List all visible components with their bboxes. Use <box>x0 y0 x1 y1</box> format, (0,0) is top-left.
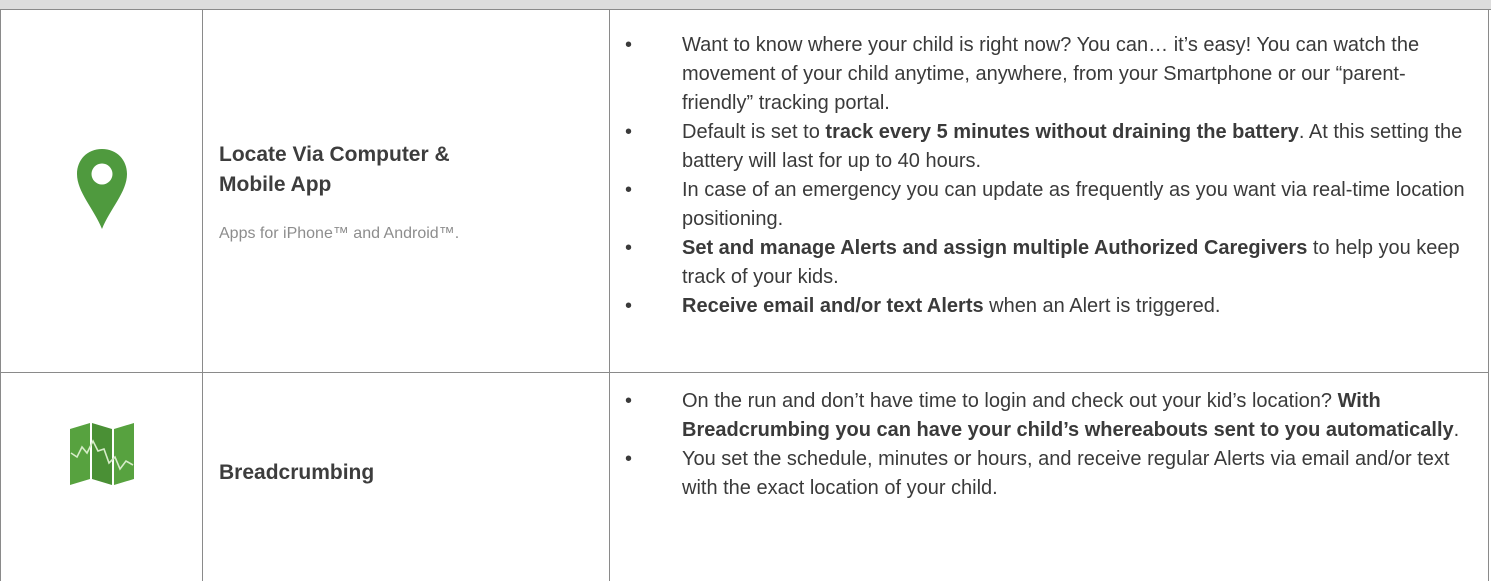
text-run: Default is set to <box>682 121 826 143</box>
column-divider-1 <box>202 10 203 581</box>
bold-text: Receive email and/or text Alerts <box>682 295 984 317</box>
location-pin-icon <box>75 147 129 236</box>
list-item: Set and manage Alerts and assign multipl… <box>614 234 1474 292</box>
list-item: Default is set to track every 5 minutes … <box>614 118 1474 176</box>
feature-name-cell: Locate Via Computer & Mobile App Apps fo… <box>219 11 599 372</box>
feature-description-cell: On the run and don’t have time to login … <box>614 387 1474 503</box>
list-item: Want to know where your child is right n… <box>614 31 1474 118</box>
table-border-right <box>1488 10 1489 581</box>
list-item: You set the schedule, minutes or hours, … <box>614 445 1474 503</box>
table-row <box>1 11 202 372</box>
feature-title: Locate Via Computer & Mobile App <box>219 142 450 196</box>
table-header-bar <box>0 0 1491 10</box>
feature-description-cell: Want to know where your child is right n… <box>614 31 1474 321</box>
bold-text: Set and manage Alerts and assign multipl… <box>682 237 1308 259</box>
feature-name-cell: Breadcrumbing <box>219 373 599 581</box>
text-run: when an Alert is triggered. <box>983 295 1221 317</box>
text-run: In case of an emergency you can update a… <box>682 179 1465 230</box>
feature-title: Breadcrumbing <box>219 461 375 484</box>
text-run: . <box>1453 419 1460 441</box>
bullet-list: On the run and don’t have time to login … <box>614 387 1474 503</box>
column-divider-2 <box>609 10 610 581</box>
list-item: On the run and don’t have time to login … <box>614 387 1474 445</box>
bold-text: track every 5 minutes without draining t… <box>825 121 1299 143</box>
text-run: Want to know where your child is right n… <box>682 34 1420 114</box>
bullet-list: Want to know where your child is right n… <box>614 31 1474 321</box>
text-run: On the run and don’t have time to login … <box>682 390 1338 412</box>
text-run: You set the schedule, minutes or hours, … <box>682 448 1450 499</box>
folded-map-icon <box>68 422 136 490</box>
list-item: Receive email and/or text Alerts when an… <box>614 292 1474 321</box>
feature-subtitle: Apps for iPhone™ and Android™. <box>219 224 460 242</box>
list-item: In case of an emergency you can update a… <box>614 176 1474 234</box>
table-row <box>1 373 202 581</box>
